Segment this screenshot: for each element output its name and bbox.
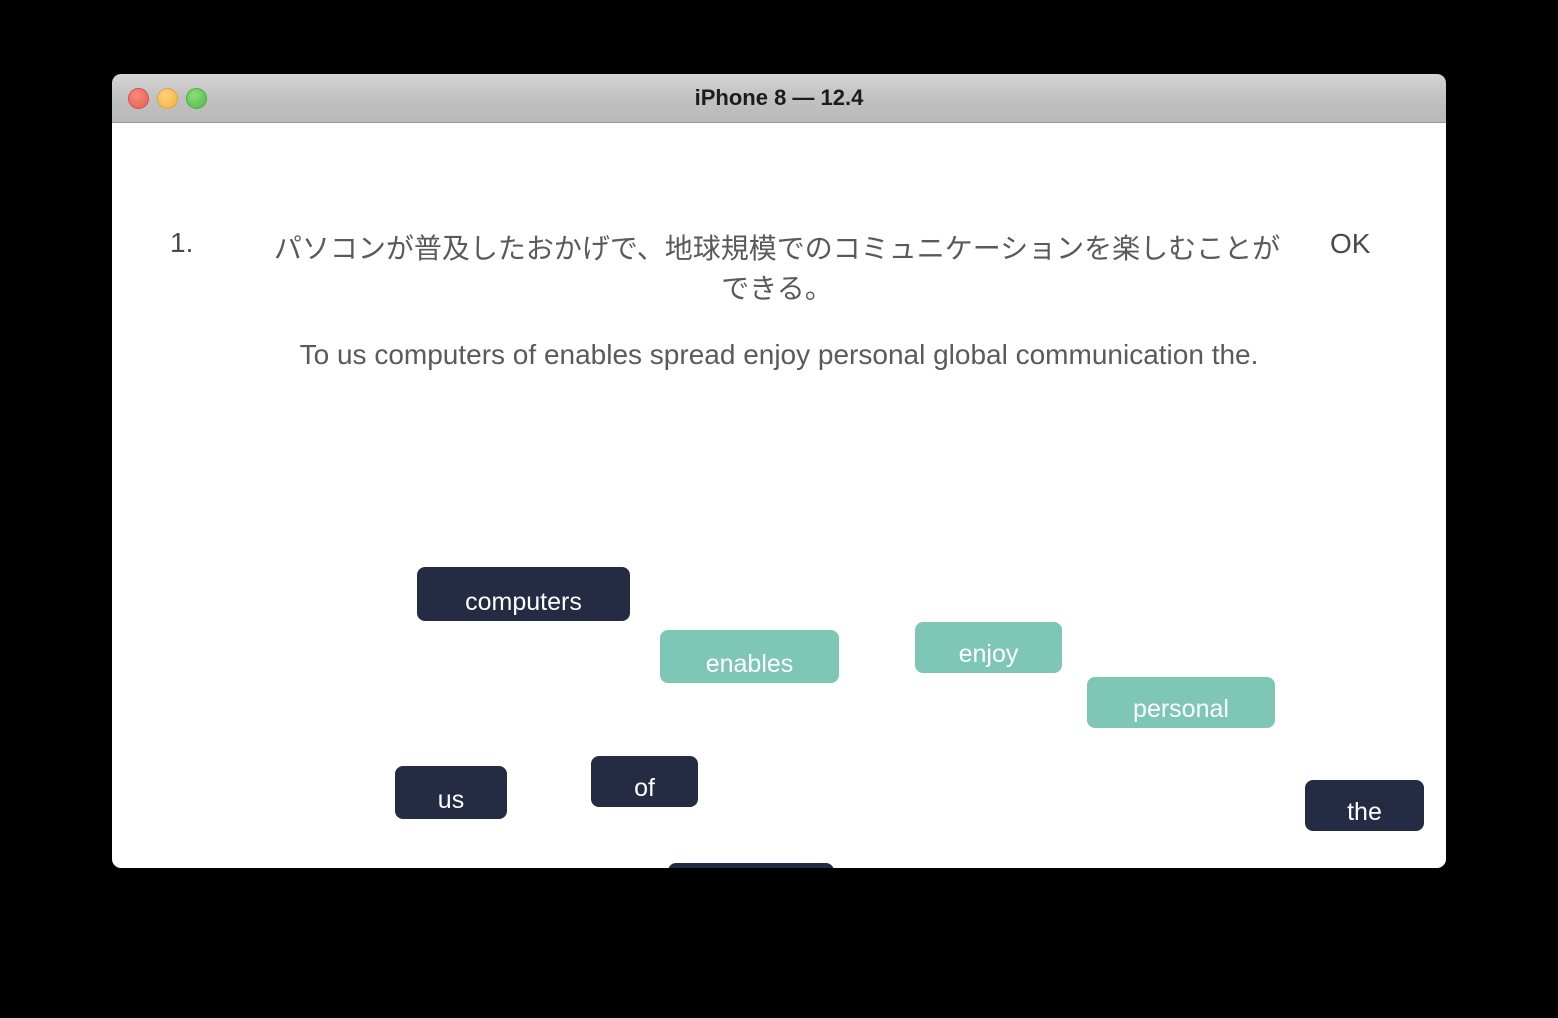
word-tile-label: the — [1347, 798, 1382, 826]
english-sentence: To us computers of enables spread enjoy … — [299, 339, 1259, 370]
prompt-row: 1. パソコンが普及したおかげで、地球規模でのコミュニケーションを楽しむことがで… — [112, 229, 1446, 319]
window-title: iPhone 8 — 12.4 — [694, 85, 864, 110]
word-tile[interactable]: spread — [668, 863, 834, 868]
close-window-button[interactable] — [128, 87, 149, 109]
word-tile[interactable]: personal — [1087, 677, 1275, 728]
japanese-sentence: パソコンが普及したおかげで、地球規模でのコミュニケーションを楽しむことができる。 — [273, 232, 1281, 305]
simulator-window: iPhone 8 — 12.4 1. パソコンが普及したおかげで、地球規模でのコ… — [112, 74, 1446, 868]
word-tile[interactable]: computers — [417, 567, 630, 621]
question-number: 1. — [170, 227, 194, 258]
word-tile[interactable]: enjoy — [915, 622, 1062, 673]
window-titlebar[interactable]: iPhone 8 — 12.4 — [112, 74, 1446, 123]
zoom-window-button[interactable] — [186, 87, 207, 109]
word-tile-label: of — [634, 774, 655, 802]
word-tile-label: enables — [705, 650, 794, 678]
word-tile-label: us — [437, 786, 465, 814]
word-tile-label: personal — [1133, 695, 1229, 723]
ok-button[interactable]: OK — [1330, 230, 1370, 258]
word-tile[interactable]: us — [395, 766, 507, 819]
word-tile[interactable]: of — [591, 756, 698, 807]
minimize-window-button[interactable] — [157, 87, 178, 109]
traffic-light-group — [128, 74, 207, 122]
word-tile[interactable]: enables — [660, 630, 839, 683]
word-tile[interactable]: the — [1305, 780, 1424, 831]
word-tile-label: computers — [465, 588, 582, 616]
word-tile-label: enjoy — [958, 640, 1019, 668]
device-screen: 1. パソコンが普及したおかげで、地球規模でのコミュニケーションを楽しむことがで… — [112, 123, 1446, 868]
